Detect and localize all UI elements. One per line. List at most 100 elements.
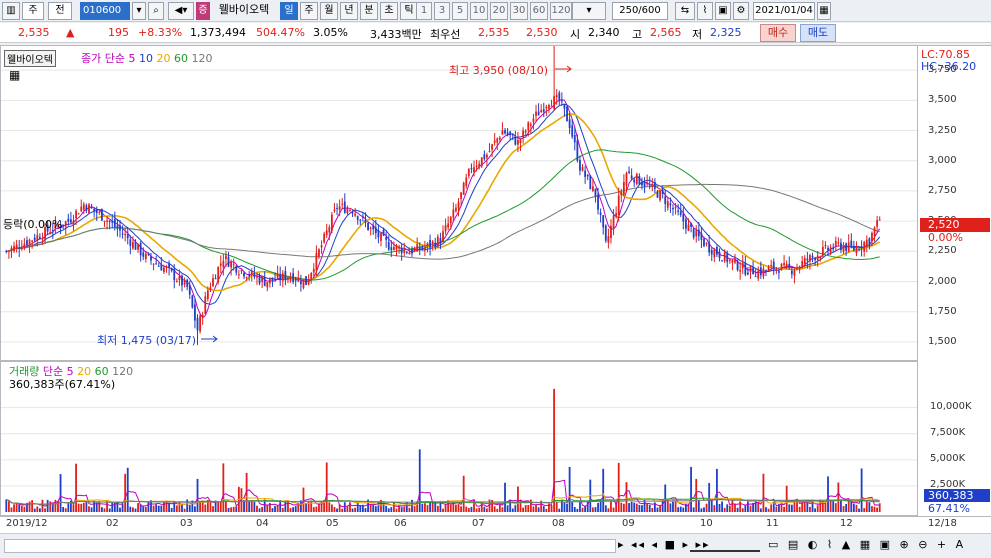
volume-bar bbox=[726, 504, 729, 512]
chart-menu-icon[interactable]: ▥ bbox=[2, 2, 20, 20]
gear-icon[interactable]: ⚙ bbox=[733, 2, 749, 20]
volume-bar bbox=[374, 506, 377, 512]
draw-icon[interactable]: ⌇ bbox=[697, 2, 713, 20]
period-tab-1[interactable]: 주 bbox=[300, 2, 318, 20]
minute-tab-7[interactable]: 120 bbox=[550, 2, 572, 20]
volume-bar bbox=[175, 505, 178, 512]
minute-tab-4[interactable]: 20 bbox=[490, 2, 508, 20]
scroll-track[interactable] bbox=[4, 539, 616, 553]
stock-code-input[interactable]: 010600 bbox=[80, 2, 130, 20]
low-label: 저 bbox=[692, 28, 703, 41]
candle bbox=[398, 246, 400, 249]
volume-bar bbox=[217, 501, 220, 512]
candle bbox=[498, 137, 501, 140]
minute-tab-0[interactable]: 1 bbox=[416, 2, 432, 20]
volume-bar bbox=[462, 475, 465, 512]
legend-ma20: 20 bbox=[156, 52, 171, 65]
period-dropdown[interactable]: ▾ bbox=[572, 2, 606, 20]
volume-bar bbox=[741, 508, 744, 512]
count-input[interactable]: 250/600 bbox=[612, 2, 668, 20]
volume-bar bbox=[124, 473, 127, 512]
volume-bar bbox=[666, 499, 669, 512]
candle bbox=[480, 157, 483, 167]
period-tab-3[interactable]: 년 bbox=[340, 2, 358, 20]
candle bbox=[175, 280, 178, 282]
volume-bar bbox=[664, 484, 667, 512]
minute-tab-6[interactable]: 60 bbox=[530, 2, 548, 20]
candle bbox=[41, 238, 44, 240]
candle bbox=[139, 243, 142, 256]
link-icon[interactable]: ⇆ bbox=[675, 2, 695, 20]
volume-bar bbox=[584, 506, 587, 512]
volume-bar bbox=[643, 499, 646, 512]
sound-icon[interactable]: ◀▾ bbox=[168, 2, 194, 20]
candle bbox=[377, 230, 380, 238]
candle bbox=[173, 269, 176, 281]
volume-bar bbox=[721, 501, 723, 512]
high: 2,565 bbox=[650, 26, 682, 39]
candle bbox=[356, 216, 359, 220]
candle bbox=[390, 247, 393, 251]
minute-tab-2[interactable]: 5 bbox=[452, 2, 468, 20]
volume-bar bbox=[80, 503, 83, 512]
candle bbox=[243, 272, 245, 277]
search-icon[interactable]: ⌕ bbox=[148, 2, 164, 20]
candle bbox=[178, 276, 181, 281]
candle bbox=[367, 222, 369, 230]
code-dropdown-icon[interactable]: ▾ bbox=[132, 2, 146, 20]
volume-bar bbox=[253, 501, 256, 512]
volume-bar bbox=[372, 504, 375, 512]
volume-bar bbox=[483, 506, 486, 512]
candle bbox=[307, 279, 310, 285]
prev-button[interactable]: 전 bbox=[48, 2, 72, 20]
minute-tab-1[interactable]: 3 bbox=[434, 2, 450, 20]
date-input[interactable]: 2021/01/04 bbox=[753, 2, 815, 20]
candle bbox=[770, 264, 773, 266]
volume-bar bbox=[354, 507, 357, 512]
candle bbox=[297, 277, 300, 282]
volume-bar bbox=[858, 508, 860, 512]
zoom-slider[interactable] bbox=[690, 538, 760, 552]
volume-bar bbox=[690, 466, 692, 512]
candle bbox=[827, 247, 829, 251]
legend-ma10: 10 bbox=[138, 52, 153, 65]
candle bbox=[374, 227, 377, 234]
grid-icon[interactable]: ▦ bbox=[9, 68, 20, 82]
volume-bar bbox=[199, 501, 202, 512]
period-tab-4[interactable]: 분 bbox=[360, 2, 378, 20]
minute-tab-5[interactable]: 30 bbox=[510, 2, 528, 20]
volume-bar bbox=[387, 508, 390, 512]
candle bbox=[865, 239, 868, 246]
volume-bar bbox=[88, 506, 90, 512]
volume-bar bbox=[845, 504, 848, 512]
calendar-icon[interactable]: ▦ bbox=[817, 2, 831, 20]
minute-tab-3[interactable]: 10 bbox=[470, 2, 488, 20]
candle bbox=[328, 227, 331, 233]
sell-button[interactable]: 매도 bbox=[800, 24, 836, 42]
candle bbox=[134, 241, 137, 250]
market-select[interactable]: 주 bbox=[22, 2, 44, 20]
candle bbox=[535, 111, 537, 116]
volume-bar bbox=[832, 501, 835, 512]
candle bbox=[385, 237, 388, 240]
chart-name-tab[interactable]: 웰바이오텍 bbox=[4, 50, 56, 67]
x-tick: 05 bbox=[326, 518, 339, 529]
volume-bar bbox=[119, 507, 121, 512]
candle bbox=[72, 220, 75, 225]
volume-bar bbox=[157, 505, 160, 512]
view-icons[interactable]: ▭ ▤ ◐ ⌇ ▲ ▦ ▣ ⊕ ⊖ + A bbox=[768, 538, 966, 551]
candle bbox=[318, 249, 320, 257]
candle bbox=[369, 227, 372, 229]
candle bbox=[186, 279, 189, 287]
volume-bar bbox=[421, 503, 424, 512]
save-icon[interactable]: ▣ bbox=[715, 2, 731, 20]
period-tab-5[interactable]: 초 bbox=[380, 2, 398, 20]
candle bbox=[36, 235, 39, 242]
volume-bar bbox=[486, 508, 488, 512]
buy-button[interactable]: 매수 bbox=[760, 24, 796, 42]
volume-bar bbox=[155, 504, 158, 512]
volume-bar bbox=[837, 482, 840, 512]
candle bbox=[95, 209, 98, 214]
period-tab-0[interactable]: 일 bbox=[280, 2, 298, 20]
period-tab-2[interactable]: 월 bbox=[320, 2, 338, 20]
